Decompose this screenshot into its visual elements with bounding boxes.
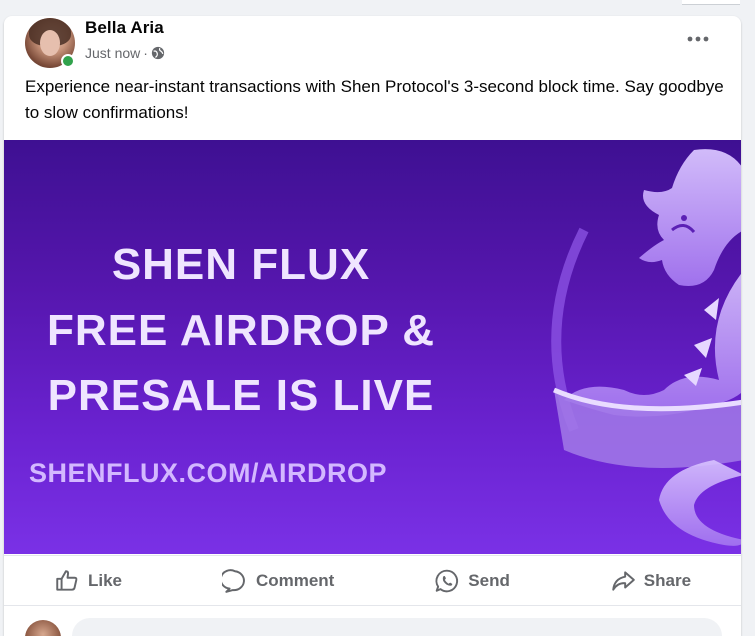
post-image[interactable]: SHEN FLUX FREE AIRDROP & PRESALE IS LIVE… xyxy=(4,140,741,554)
comment-label: Comment xyxy=(255,571,335,590)
image-headline-line-1: SHEN FLUX xyxy=(111,240,371,289)
whatsapp-icon xyxy=(435,569,459,593)
viewer-avatar[interactable] xyxy=(25,620,61,636)
dragon-logo xyxy=(551,149,741,546)
share-arrow-icon xyxy=(612,571,635,591)
comment-button[interactable]: Comment xyxy=(204,560,352,602)
previous-post-edge xyxy=(682,0,740,5)
comment-composer-row xyxy=(4,605,741,636)
post-timestamp[interactable]: Just now xyxy=(85,45,140,61)
post-header: Bella Aria Just now · xyxy=(4,16,741,76)
globe-icon[interactable] xyxy=(151,46,165,60)
comment-bubble-icon xyxy=(221,569,245,593)
send-button[interactable]: Send xyxy=(416,560,528,602)
post-actions-bar: Like Comment Send Share xyxy=(4,555,741,606)
online-status-indicator xyxy=(61,54,75,68)
ellipsis-icon xyxy=(687,36,709,42)
author-name[interactable]: Bella Aria xyxy=(85,18,164,38)
send-label: Send xyxy=(468,571,510,590)
share-label: Share xyxy=(643,571,692,590)
thumbs-up-icon xyxy=(56,570,78,591)
post-meta: Just now · xyxy=(85,45,165,61)
more-options-button[interactable] xyxy=(680,26,716,52)
post-card: Bella Aria Just now · Experience near-in… xyxy=(4,16,741,636)
meta-separator: · xyxy=(143,45,148,61)
image-headline-line-3: PRESALE IS LIVE xyxy=(47,371,435,420)
share-button[interactable]: Share xyxy=(592,560,709,602)
post-text: Experience near-instant transactions wit… xyxy=(25,77,724,122)
feed-top-strip xyxy=(0,0,755,16)
image-url-text: SHENFLUX.COM/AIRDROP xyxy=(28,458,387,488)
image-headline-line-2: FREE AIRDROP & xyxy=(46,306,436,355)
like-label: Like xyxy=(87,571,122,590)
comment-input[interactable] xyxy=(72,618,722,636)
like-button[interactable]: Like xyxy=(36,560,140,602)
avatar-face xyxy=(40,30,60,56)
